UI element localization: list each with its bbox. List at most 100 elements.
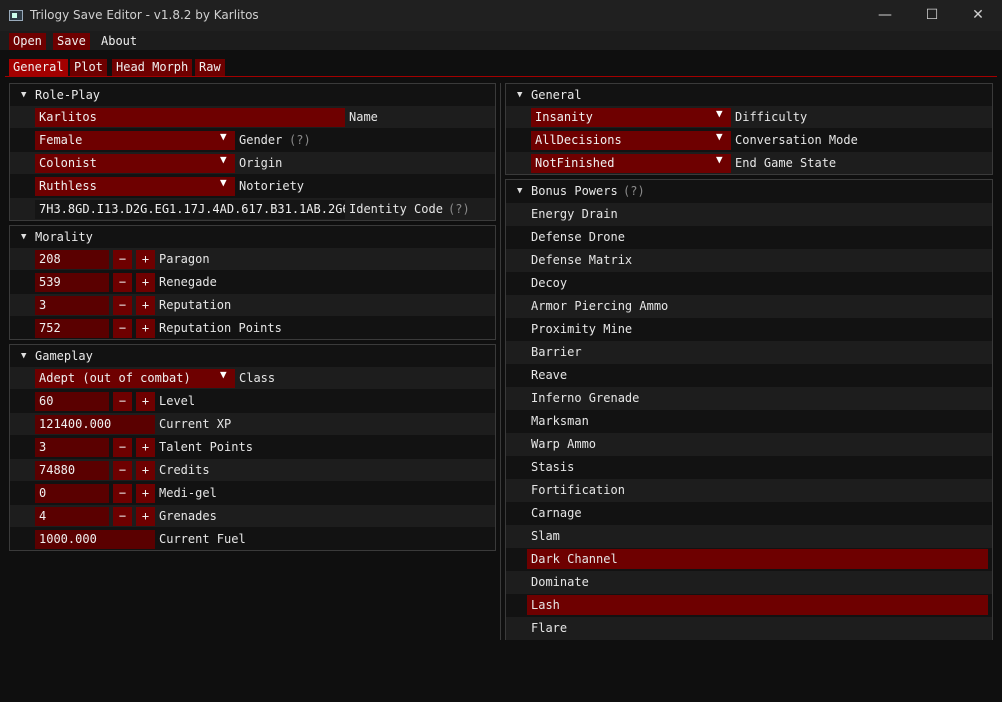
maximize-button[interactable]: ☐ [909, 0, 955, 31]
decrement-button[interactable]: − [113, 507, 132, 526]
increment-button[interactable]: + [136, 507, 155, 526]
menu-about[interactable]: About [97, 33, 141, 50]
decrement-button[interactable]: − [113, 273, 132, 292]
reputation-points-input[interactable]: 752 [35, 319, 109, 338]
power-item[interactable]: Marksman [527, 411, 988, 431]
renegade-label: Renegade [159, 275, 217, 289]
medigel-label: Medi-gel [159, 486, 217, 500]
class-select[interactable]: Adept (out of combat) [35, 369, 235, 388]
dropdown-arrow-icon[interactable]: ▼ [716, 107, 723, 120]
power-row: Defense Matrix [506, 249, 992, 272]
xp-input[interactable]: 121400.000 [35, 415, 155, 434]
morality-header[interactable]: ▼ Morality [10, 227, 495, 248]
power-item[interactable]: Fortification [527, 480, 988, 500]
endgame-label: End Game State [735, 156, 837, 170]
power-item[interactable]: Reave [527, 365, 988, 385]
difficulty-select[interactable]: Insanity [531, 108, 731, 127]
dropdown-arrow-icon[interactable]: ▼ [716, 153, 723, 166]
increment-button[interactable]: + [136, 392, 155, 411]
increment-button[interactable]: + [136, 319, 155, 338]
dropdown-arrow-icon[interactable]: ▼ [220, 130, 227, 143]
decrement-button[interactable]: − [113, 250, 132, 269]
power-item[interactable]: Dark Channel [527, 549, 988, 569]
decrement-button[interactable]: − [113, 296, 132, 315]
help-icon[interactable]: (?) [448, 200, 470, 219]
medigel-input[interactable]: 0 [35, 484, 109, 503]
dropdown-arrow-icon[interactable]: ▼ [220, 153, 227, 166]
power-row: Energy Drain [506, 203, 992, 226]
power-item[interactable]: Defense Drone [527, 227, 988, 247]
tab-general[interactable]: General [9, 59, 68, 76]
minimize-button[interactable]: — [862, 0, 908, 31]
general-header[interactable]: ▼ General [506, 85, 992, 106]
power-item[interactable]: Slam [527, 526, 988, 546]
power-item[interactable]: Flare [527, 618, 988, 638]
increment-button[interactable]: + [136, 461, 155, 480]
decrement-button[interactable]: − [113, 392, 132, 411]
name-label: Name [349, 110, 378, 124]
fuel-input[interactable]: 1000.000 [35, 530, 155, 549]
fuel-label: Current Fuel [159, 532, 246, 546]
tab-head-morph[interactable]: Head Morph [112, 59, 193, 76]
collapse-arrow-icon: ▼ [21, 232, 27, 242]
identity-row: 7H3.8GD.I13.D2G.EG1.17J.4AD.617.B31.1AB.… [10, 198, 495, 220]
grenades-input[interactable]: 4 [35, 507, 109, 526]
origin-select[interactable]: Colonist [35, 154, 235, 173]
power-item[interactable]: Decoy [527, 273, 988, 293]
difficulty-row: Insanity ▼ Difficulty [506, 106, 992, 128]
endgame-select[interactable]: NotFinished [531, 154, 731, 173]
dropdown-arrow-icon[interactable]: ▼ [220, 176, 227, 189]
menu-open[interactable]: Open [9, 33, 46, 50]
paragon-row: 208 − + Paragon [10, 248, 495, 270]
level-input[interactable]: 60 [35, 392, 109, 411]
power-item[interactable]: Warp Ammo [527, 434, 988, 454]
renegade-input[interactable]: 539 [35, 273, 109, 292]
reputation-input[interactable]: 3 [35, 296, 109, 315]
identity-code-input[interactable]: 7H3.8GD.I13.D2G.EG1.17J.4AD.617.B31.1AB.… [35, 200, 345, 219]
decrement-button[interactable]: − [113, 461, 132, 480]
increment-button[interactable]: + [136, 250, 155, 269]
increment-button[interactable]: + [136, 296, 155, 315]
increment-button[interactable]: + [136, 273, 155, 292]
power-item[interactable]: Defense Matrix [527, 250, 988, 270]
notoriety-select[interactable]: Ruthless [35, 177, 235, 196]
dropdown-arrow-icon[interactable]: ▼ [220, 368, 227, 381]
help-icon[interactable]: (?) [289, 131, 311, 150]
power-item[interactable]: Carnage [527, 503, 988, 523]
dropdown-arrow-icon[interactable]: ▼ [716, 130, 723, 143]
power-item[interactable]: Dominate [527, 572, 988, 592]
power-item[interactable]: Proximity Mine [527, 319, 988, 339]
power-item[interactable]: Inferno Grenade [527, 388, 988, 408]
power-row: Dominate [506, 571, 992, 594]
talent-input[interactable]: 3 [35, 438, 109, 457]
credits-input[interactable]: 74880 [35, 461, 109, 480]
power-item[interactable]: Armor Piercing Ammo [527, 296, 988, 316]
increment-button[interactable]: + [136, 484, 155, 503]
power-row: Marksman [506, 410, 992, 433]
class-label: Class [239, 371, 276, 385]
gameplay-header[interactable]: ▼ Gameplay [10, 346, 495, 367]
power-item[interactable]: Barrier [527, 342, 988, 362]
help-icon[interactable]: (?) [623, 181, 645, 202]
power-item[interactable]: Lash [527, 595, 988, 615]
reputation-points-row: 752 − + Reputation Points [10, 317, 495, 339]
increment-button[interactable]: + [136, 438, 155, 457]
decrement-button[interactable]: − [113, 319, 132, 338]
bonus-powers-header[interactable]: ▼ Bonus Powers (?) [506, 181, 992, 202]
gender-select[interactable]: Female [35, 131, 235, 150]
close-button[interactable]: ✕ [955, 0, 1001, 31]
conversation-select[interactable]: AllDecisions [531, 131, 731, 150]
power-item[interactable]: Energy Drain [527, 204, 988, 224]
name-input[interactable]: Karlitos [35, 108, 345, 127]
gender-row: Female ▼ Gender (?) [10, 129, 495, 151]
decrement-button[interactable]: − [113, 438, 132, 457]
power-item[interactable]: Stasis [527, 457, 988, 477]
menu-save[interactable]: Save [53, 33, 90, 50]
paragon-label: Paragon [159, 252, 210, 266]
tab-raw[interactable]: Raw [195, 59, 225, 76]
paragon-input[interactable]: 208 [35, 250, 109, 269]
gameplay-title: Gameplay [35, 349, 93, 363]
tab-plot[interactable]: Plot [70, 59, 107, 76]
roleplay-header[interactable]: ▼ Role-Play [10, 85, 495, 106]
decrement-button[interactable]: − [113, 484, 132, 503]
